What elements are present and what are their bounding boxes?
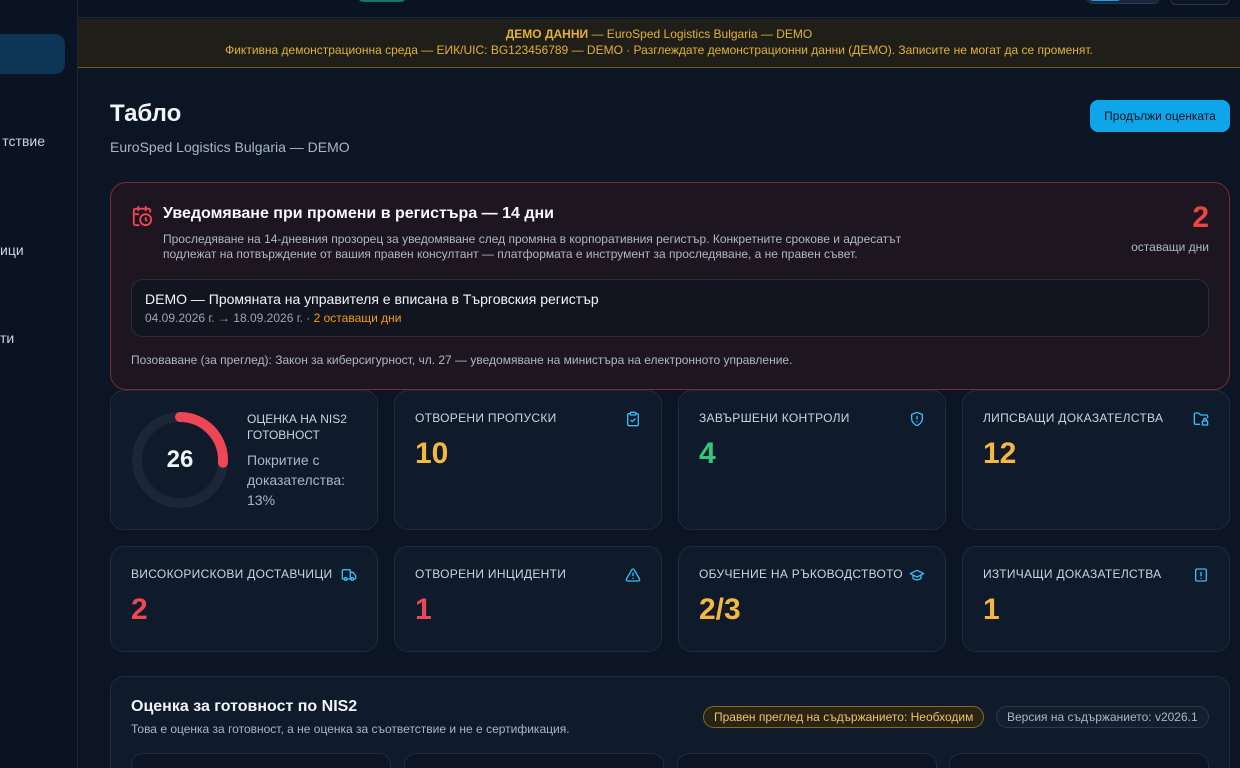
alert-file-icon	[1195, 568, 1207, 582]
evidence-coverage: Покритие с доказателства: 13%	[247, 452, 346, 508]
stat-label: Обучение на ръководството	[699, 567, 903, 581]
stat-value: 1	[415, 593, 432, 626]
sidebar-item-evidence[interactable]: ти	[0, 330, 78, 346]
demo-banner-line1: — EuroSped Logistics Bulgaria — DEMO	[588, 27, 813, 41]
warning-triangle-icon	[625, 568, 641, 582]
folder-lock-icon	[1193, 412, 1209, 426]
assessment-domain-card[interactable]	[131, 753, 391, 768]
registry-event-title: DEMO — Промяната на управителя е вписана…	[145, 291, 599, 307]
stat-label: Липсващи доказателства	[983, 411, 1164, 425]
days-remaining-count: 2	[1192, 201, 1209, 234]
demo-banner: ДЕМО ДАННИ — EuroSped Logistics Bulgaria…	[78, 19, 1240, 68]
registry-event-dates: 04.09.2026 г. → 18.09.2026 г. · 2 остава…	[145, 311, 402, 325]
assessment-domain-card[interactable]	[404, 753, 664, 768]
graduation-cap-icon	[909, 569, 925, 581]
stat-label: Високорискови доставчици	[131, 567, 333, 581]
stat-value: 10	[415, 437, 449, 470]
nis2-readiness-assessment: Оценка за готовност по NIS2 Това е оценк…	[110, 676, 1230, 768]
registry-change-alert: Уведомяване при промени в регистъра — 14…	[110, 182, 1230, 390]
continue-assessment-button[interactable]: Продължи оценката	[1090, 100, 1230, 132]
stat-card-management-training[interactable]: Обучение на ръководството 2/3	[678, 546, 946, 652]
sidebar-item-label: тствие	[2, 133, 45, 149]
stat-label: Отворени инциденти	[415, 567, 567, 581]
readiness-score-value: 26	[166, 446, 194, 473]
alert-description: Проследяване на 14-дневния прозорец за у…	[163, 232, 902, 261]
assessment-domain-card[interactable]	[677, 753, 937, 768]
days-remaining-label: оставащи дни	[1131, 240, 1209, 254]
language-toggle[interactable]	[1086, 0, 1160, 4]
stat-label: Отворени пропуски	[415, 411, 557, 425]
stat-value: 4	[699, 437, 716, 470]
sidebar-item-suppliers[interactable]: ици	[0, 242, 78, 258]
page-title: Табло	[110, 100, 182, 127]
truck-icon	[341, 569, 357, 581]
status-pill	[358, 0, 406, 2]
assessment-title: Оценка за готовност по NIS2	[131, 698, 358, 715]
sidebar: тствие ици ти	[0, 0, 78, 768]
shield-icon	[911, 411, 923, 427]
assessment-subtitle: Това е оценка за готовност, а не оценка …	[131, 722, 570, 736]
stat-label: Изтичащи доказателства	[983, 567, 1162, 581]
stat-label: Завършени контроли	[699, 411, 850, 425]
sidebar-item-compliance[interactable]: тствие	[0, 133, 78, 149]
page-subtitle: EuroSped Logistics Bulgaria — DEMO	[110, 139, 350, 155]
registry-event-remaining: 2 оставащи дни	[313, 311, 402, 325]
sidebar-item-label: ти	[0, 330, 15, 346]
readiness-score-card[interactable]: 26 Оценка на NIS2 готовност Покритие с д…	[110, 390, 378, 530]
clipboard-check-icon	[627, 411, 639, 427]
registry-event-item[interactable]: DEMO — Промяната на управителя е вписана…	[131, 279, 1209, 337]
stat-card-open-gaps[interactable]: Отворени пропуски 10	[394, 390, 662, 530]
assessment-domain-card[interactable]	[949, 753, 1209, 768]
stat-value: 2	[131, 593, 148, 626]
stat-card-high-risk-suppliers[interactable]: Високорискови доставчици 2	[110, 546, 378, 652]
alert-title: Уведомяване при промени в регистъра — 14…	[163, 205, 554, 222]
sidebar-item-dashboard[interactable]	[0, 34, 65, 74]
demo-banner-line2: Фиктивна демонстрационна среда — ЕИК/UIC…	[225, 43, 1093, 57]
user-menu-button[interactable]	[1170, 0, 1230, 5]
content-version-badge: Версия на съдържанието: v2026.1	[996, 706, 1209, 728]
legal-reference: Позоваване (за преглед): Закон за киберс…	[131, 353, 793, 367]
sidebar-item-label: ици	[0, 242, 24, 258]
stat-value: 1	[983, 593, 1000, 626]
demo-banner-strong: ДЕМО ДАННИ	[505, 27, 589, 41]
stat-card-completed-controls[interactable]: Завършени контроли 4	[678, 390, 946, 530]
stat-value: 12	[983, 437, 1017, 470]
stat-card-missing-evidence[interactable]: Липсващи доказателства 12	[962, 390, 1230, 530]
readiness-score-label: Оценка на NIS2 готовност	[247, 412, 347, 442]
stat-value: 2/3	[699, 593, 741, 626]
stat-card-expiring-evidence[interactable]: Изтичащи доказателства 1	[962, 546, 1230, 652]
top-bar	[78, 0, 1240, 18]
stat-card-open-incidents[interactable]: Отворени инциденти 1	[394, 546, 662, 652]
legal-review-badge: Правен преглед на съдържанието: Необходи…	[703, 706, 985, 728]
calendar-clock-icon	[132, 205, 153, 227]
